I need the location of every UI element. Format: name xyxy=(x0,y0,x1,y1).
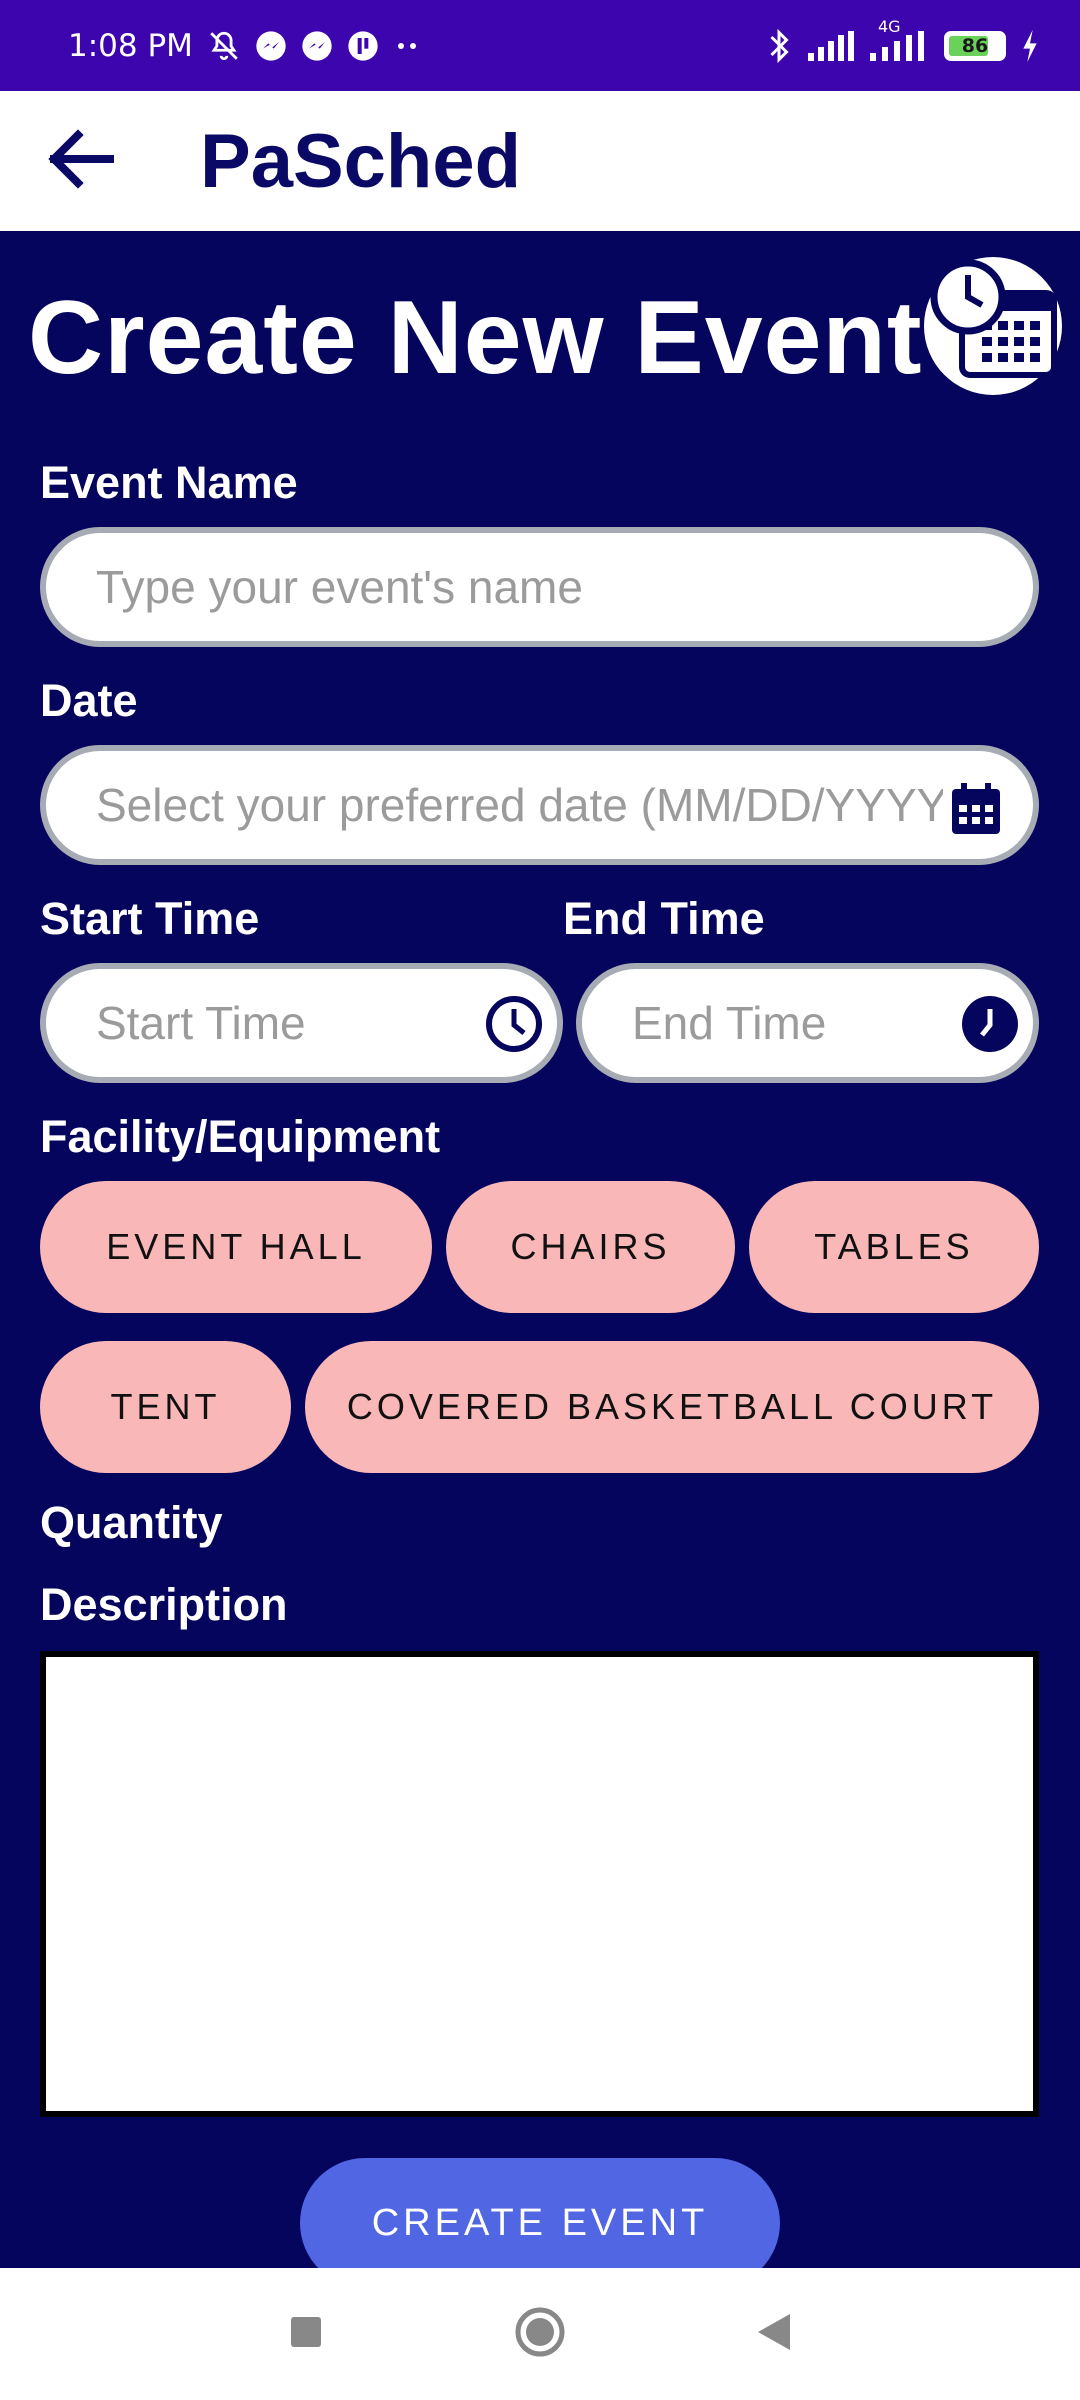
page-title: Create New Event xyxy=(28,280,923,396)
event-name-input[interactable] xyxy=(96,560,1033,614)
more-notifications-icon xyxy=(393,40,423,52)
signal-4g-icon: 4G xyxy=(868,17,930,61)
chip-event-hall[interactable]: EVENT HALL xyxy=(40,1181,432,1313)
start-time-input[interactable] xyxy=(96,996,467,1050)
home-button[interactable] xyxy=(514,2306,566,2363)
chip-covered-basketball-court[interactable]: COVERED BASKETBALL COURT xyxy=(305,1341,1039,1473)
app-bar: PaSched xyxy=(0,91,1080,231)
battery-level: 86 xyxy=(961,34,989,57)
facility-label: Facility/Equipment xyxy=(40,1111,441,1162)
date-label: Date xyxy=(40,675,138,726)
event-name-field[interactable] xyxy=(40,527,1039,647)
event-name-label: Event Name xyxy=(40,457,298,508)
back-button[interactable] xyxy=(0,91,160,231)
clock-filled-icon[interactable] xyxy=(961,995,1019,1053)
system-nav-bar xyxy=(0,2268,1080,2400)
battery-icon: 86 xyxy=(944,30,1006,61)
messenger-icon xyxy=(255,30,287,62)
chip-chairs[interactable]: CHAIRS xyxy=(446,1181,735,1313)
messenger-icon xyxy=(301,30,333,62)
status-time: 1:08 PM xyxy=(68,27,193,64)
end-time-label: End Time xyxy=(563,893,765,944)
date-input[interactable] xyxy=(96,778,943,832)
end-time-field[interactable] xyxy=(576,963,1039,1083)
recents-button[interactable] xyxy=(288,2314,324,2355)
arrow-left-icon xyxy=(44,128,114,194)
description-box[interactable] xyxy=(40,1651,1039,2117)
square-icon xyxy=(291,2316,321,2347)
circle-home-icon xyxy=(515,2307,565,2356)
chip-tables[interactable]: TABLES xyxy=(749,1181,1039,1313)
clock-outline-icon[interactable] xyxy=(485,995,543,1053)
start-time-field[interactable] xyxy=(40,963,563,1083)
description-input[interactable] xyxy=(46,1657,1033,2111)
description-label: Description xyxy=(40,1579,288,1630)
create-event-form: Create New Event Event Name Date Start T… xyxy=(0,231,1080,2288)
start-time-label: Start Time xyxy=(40,893,260,944)
back-nav-button[interactable] xyxy=(756,2312,792,2357)
date-field[interactable] xyxy=(40,745,1039,865)
app-title: PaSched xyxy=(200,118,522,204)
calendar-clock-icon xyxy=(922,255,1064,397)
signal-icon xyxy=(806,30,854,61)
status-bar: 1:08 PM 4G 86 xyxy=(0,0,1080,91)
calendar-icon[interactable] xyxy=(949,781,1003,837)
app-notification-icon xyxy=(347,30,379,62)
network-type: 4G xyxy=(878,16,901,36)
chip-tent[interactable]: TENT xyxy=(40,1341,291,1473)
triangle-back-icon xyxy=(758,2313,790,2350)
quantity-label: Quantity xyxy=(40,1497,223,1548)
bell-muted-icon xyxy=(207,29,241,63)
charging-icon xyxy=(1020,29,1040,62)
bluetooth-icon xyxy=(766,28,792,64)
end-time-input[interactable] xyxy=(632,996,943,1050)
